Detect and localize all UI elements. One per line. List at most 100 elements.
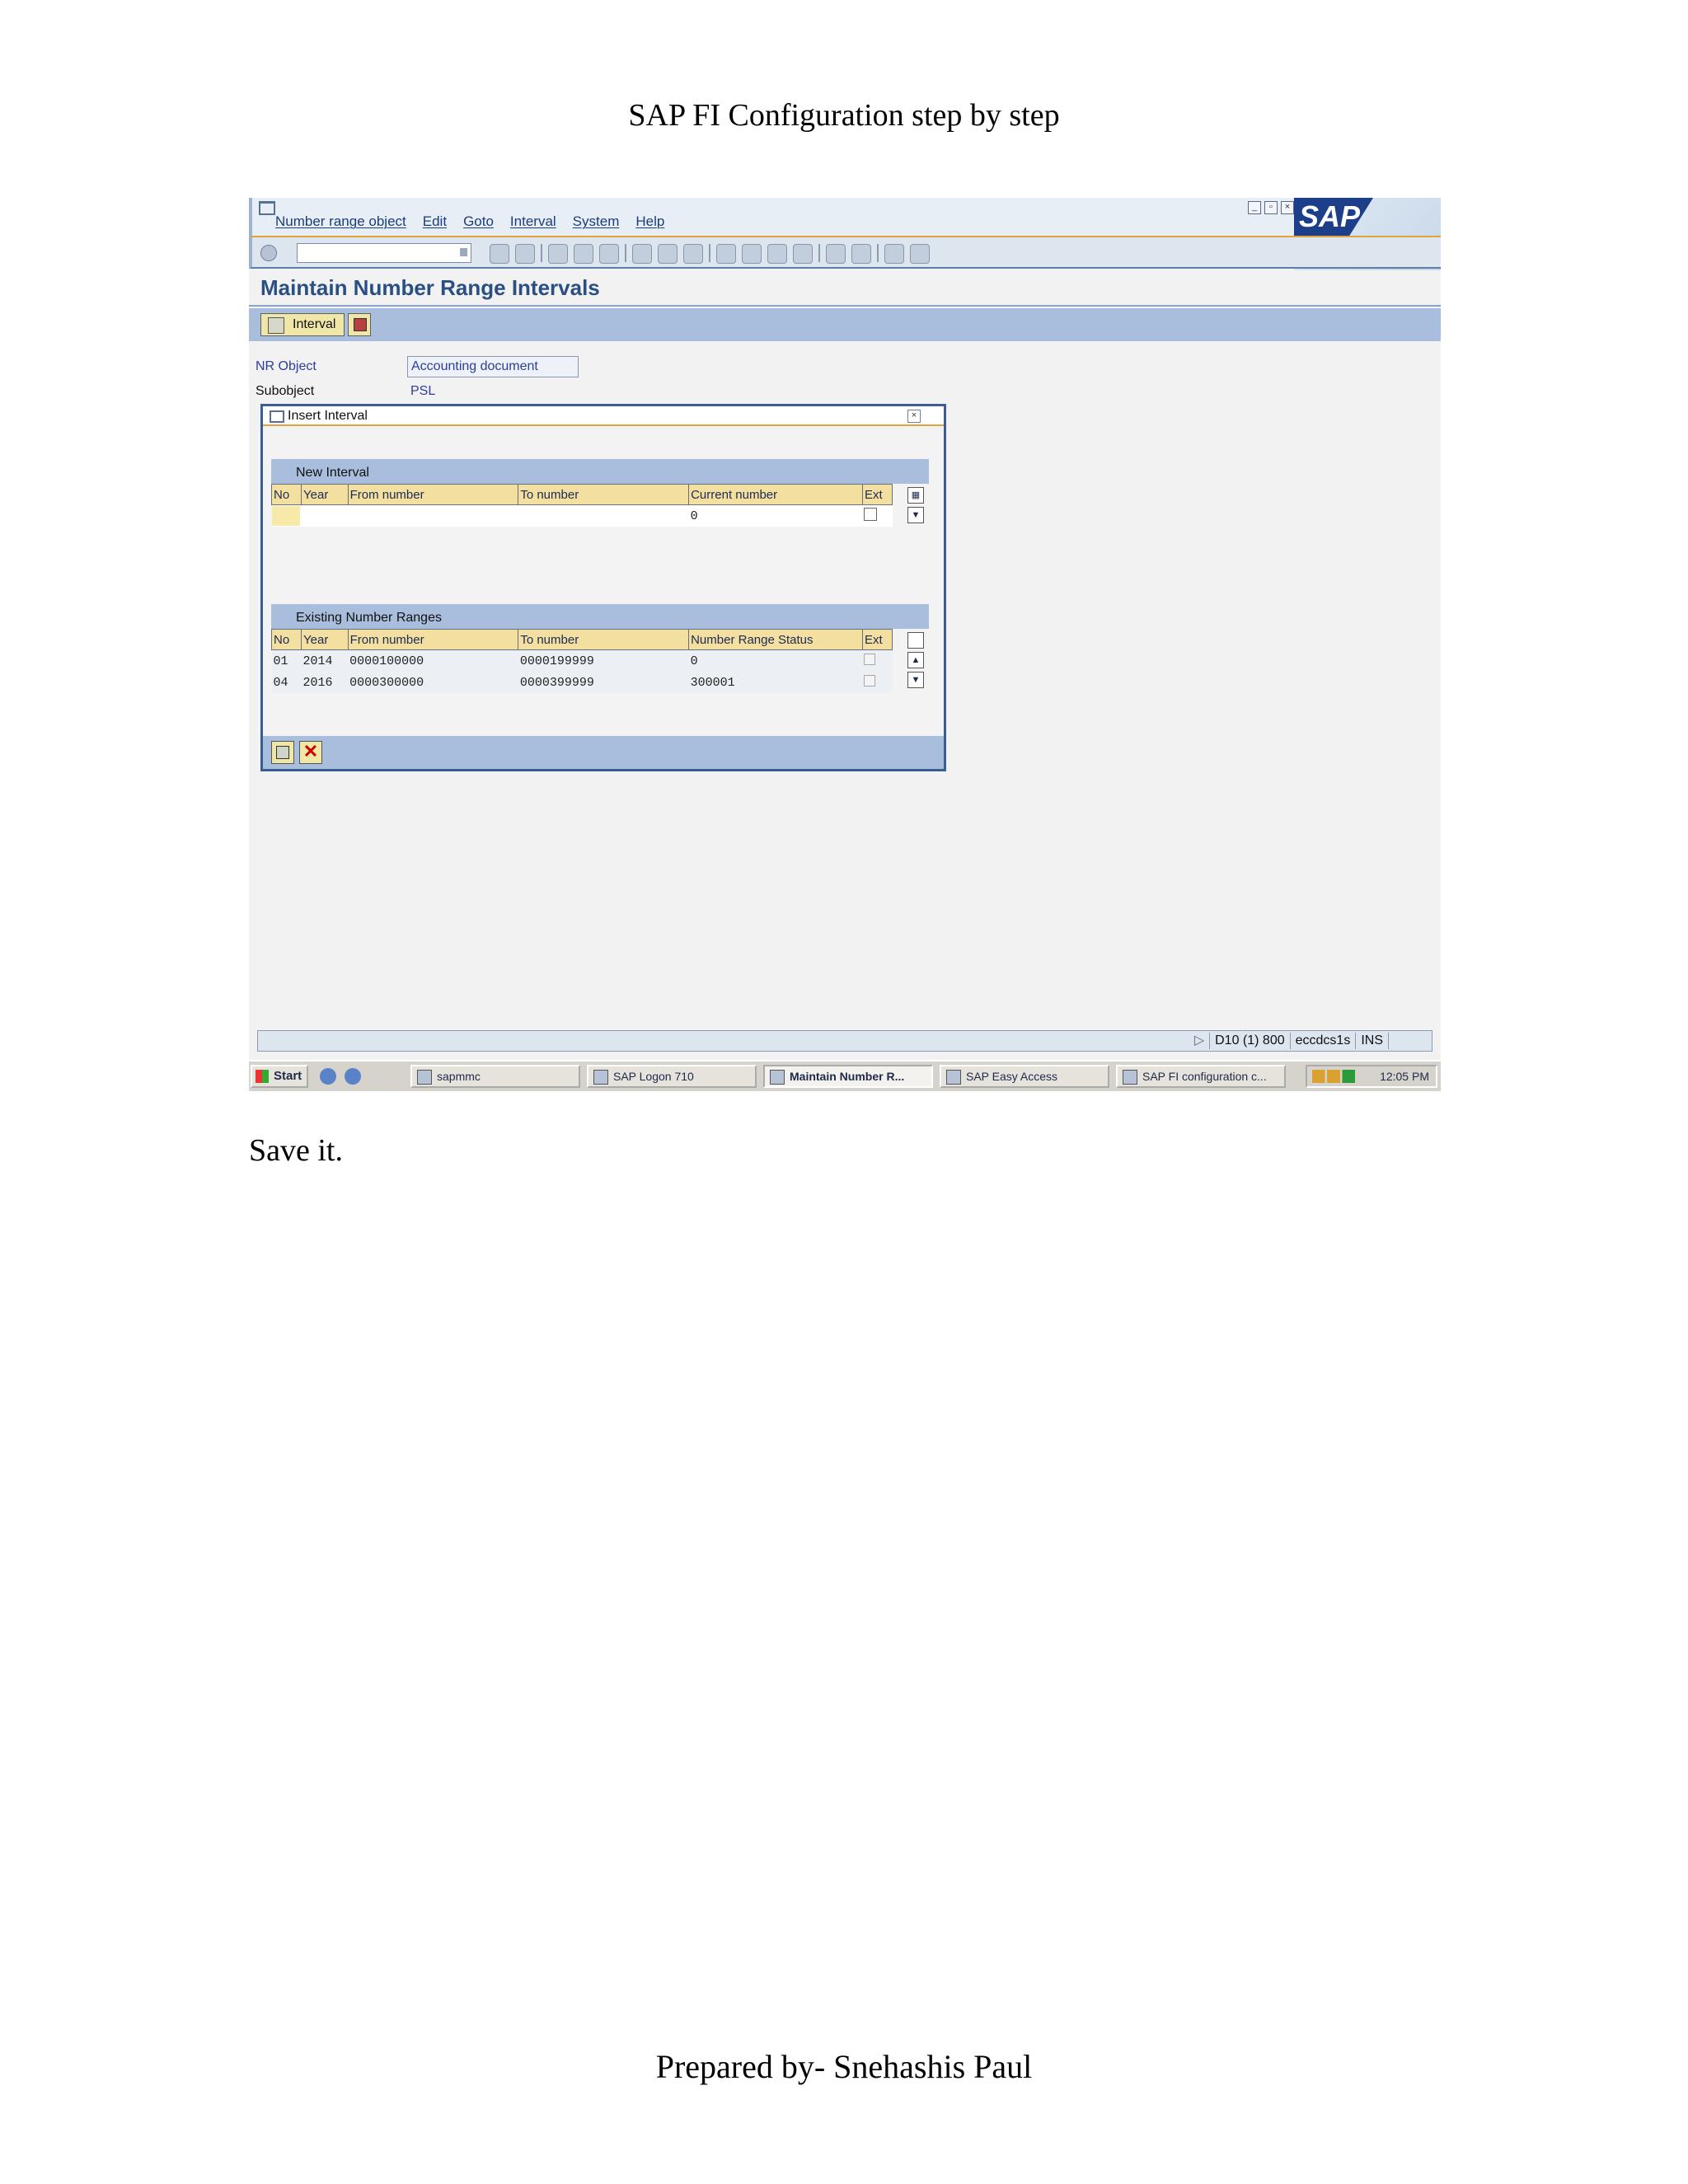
scroll-down-icon[interactable]: ▼ bbox=[907, 507, 924, 523]
maximize-icon[interactable]: ▫ bbox=[1264, 201, 1278, 214]
range-no: 01 bbox=[271, 649, 302, 672]
col-ext: Ext bbox=[861, 484, 893, 505]
current-number-input[interactable]: 0 bbox=[688, 504, 863, 527]
menu-bar: Number range object Edit Goto Interval S… bbox=[275, 213, 664, 230]
existing-ranges-heading: Existing Number Ranges bbox=[271, 604, 929, 629]
desktop-icon[interactable] bbox=[320, 1068, 336, 1085]
new-session-icon[interactable] bbox=[826, 244, 846, 264]
col-no: No bbox=[271, 484, 302, 505]
start-button[interactable]: Start bbox=[251, 1065, 308, 1088]
application-toolbar: Interval bbox=[249, 308, 1441, 341]
status-expand-icon[interactable]: ▷ bbox=[1189, 1033, 1209, 1049]
cancel-button[interactable]: ✕ bbox=[299, 741, 322, 764]
col-from-number: From number bbox=[347, 484, 519, 505]
title-divider bbox=[249, 305, 1441, 307]
layout-menu-icon[interactable] bbox=[910, 244, 930, 264]
dialog-icon bbox=[270, 410, 284, 423]
save-icon[interactable] bbox=[515, 244, 535, 264]
range-year: 2014 bbox=[301, 649, 349, 672]
status-empty-cell bbox=[1388, 1033, 1423, 1049]
task-sap-easy-access[interactable]: SAP Easy Access bbox=[940, 1065, 1109, 1088]
task-sap-fi-configuration[interactable]: SAP FI configuration c... bbox=[1116, 1065, 1286, 1088]
command-field[interactable] bbox=[297, 243, 471, 263]
menu-interval[interactable]: Interval bbox=[510, 213, 556, 230]
find-icon[interactable] bbox=[658, 244, 678, 264]
dialog-title-bar: Insert Interval × bbox=[263, 406, 944, 426]
find-next-icon[interactable] bbox=[683, 244, 703, 264]
toolbar-separator bbox=[541, 244, 542, 262]
ext-checkbox[interactable] bbox=[864, 507, 878, 521]
window-controls: _ ▫ × bbox=[1248, 201, 1294, 214]
standard-toolbar bbox=[249, 236, 1441, 269]
internet-explorer-icon[interactable] bbox=[345, 1068, 361, 1085]
system-tray-clock: 12:05 PM bbox=[1306, 1065, 1437, 1088]
year-input[interactable] bbox=[301, 504, 349, 527]
task-maintain-number-range[interactable]: Maintain Number R... bbox=[763, 1065, 933, 1088]
col-to-number: To number bbox=[518, 484, 690, 505]
table-row: 01 2014 0000100000 0000199999 0 bbox=[271, 649, 893, 672]
col-ext: Ext bbox=[861, 629, 893, 650]
ext-cell bbox=[862, 672, 893, 693]
existing-ranges-table: No Year From number To number Number Ran… bbox=[271, 629, 893, 693]
sap-logo-mark: SAP bbox=[1294, 198, 1373, 236]
column-settings-icon[interactable]: ▦ bbox=[907, 487, 924, 504]
menu-help[interactable]: Help bbox=[635, 213, 664, 230]
window-menu-icon[interactable] bbox=[259, 201, 275, 215]
last-page-icon[interactable] bbox=[793, 244, 813, 264]
menu-goto[interactable]: Goto bbox=[463, 213, 494, 230]
insert-confirm-button[interactable] bbox=[271, 741, 294, 764]
menu-edit[interactable]: Edit bbox=[423, 213, 447, 230]
cancel-icon[interactable] bbox=[599, 244, 619, 264]
status-bar: ▷ D10 (1) 800 eccdcs1s INS bbox=[257, 1030, 1432, 1052]
system-info: D10 (1) 800 bbox=[1209, 1033, 1290, 1049]
back-arrow-icon[interactable] bbox=[490, 244, 509, 264]
range-no: 04 bbox=[271, 672, 302, 693]
table-side-controls: ▦ ▼ bbox=[903, 484, 929, 527]
close-icon[interactable]: × bbox=[1281, 201, 1294, 214]
dialog-close-icon[interactable]: × bbox=[907, 410, 921, 423]
print-icon[interactable] bbox=[632, 244, 652, 264]
toolbar-separator bbox=[709, 244, 710, 262]
col-no: No bbox=[271, 629, 302, 650]
page-title: Maintain Number Range Intervals bbox=[260, 275, 600, 300]
toolbar-icons bbox=[490, 244, 930, 264]
col-to-number: To number bbox=[518, 629, 690, 650]
previous-page-icon[interactable] bbox=[742, 244, 762, 264]
menu-system[interactable]: System bbox=[573, 213, 620, 230]
title-bar: Number range object Edit Goto Interval S… bbox=[249, 198, 1441, 236]
task-sap-logon[interactable]: SAP Logon 710 bbox=[587, 1065, 757, 1088]
no-input-cell[interactable] bbox=[271, 506, 300, 526]
no-input[interactable] bbox=[271, 504, 302, 527]
from-number-input[interactable] bbox=[348, 504, 518, 527]
enter-icon[interactable] bbox=[260, 245, 277, 261]
first-page-icon[interactable] bbox=[716, 244, 736, 264]
table-row: 0 bbox=[271, 504, 893, 527]
help-icon[interactable] bbox=[884, 244, 904, 264]
minimize-icon[interactable]: _ bbox=[1248, 201, 1261, 214]
range-year: 2016 bbox=[301, 672, 349, 693]
new-interval-group: New Interval No Year From number To numb… bbox=[271, 459, 929, 527]
interval-button[interactable]: Interval bbox=[260, 313, 345, 336]
table-side-controls: ▲ ▼ bbox=[903, 629, 929, 691]
delete-interval-button[interactable] bbox=[348, 313, 371, 336]
dialog-title: Insert Interval bbox=[288, 409, 368, 423]
toolbar-separator bbox=[877, 244, 879, 262]
back-icon[interactable] bbox=[548, 244, 568, 264]
table-row: 04 2016 0000300000 0000399999 300001 bbox=[271, 672, 893, 693]
insert-mode: INS bbox=[1355, 1033, 1388, 1049]
column-settings-icon[interactable] bbox=[907, 632, 924, 649]
exit-icon[interactable] bbox=[574, 244, 593, 264]
to-number-input[interactable] bbox=[518, 504, 689, 527]
status-info: ▷ D10 (1) 800 eccdcs1s INS bbox=[1189, 1033, 1423, 1049]
col-year: Year bbox=[301, 629, 349, 650]
menu-number-range-object[interactable]: Number range object bbox=[275, 213, 406, 230]
col-year: Year bbox=[301, 484, 349, 505]
caption-text: Save it. bbox=[249, 1133, 343, 1168]
task-sapmmc[interactable]: sapmmc bbox=[410, 1065, 580, 1088]
ext-cell bbox=[862, 649, 893, 672]
shortcut-icon[interactable] bbox=[851, 244, 871, 264]
scroll-down-icon[interactable]: ▼ bbox=[907, 672, 924, 688]
next-page-icon[interactable] bbox=[767, 244, 787, 264]
new-interval-table: No Year From number To number Current nu… bbox=[271, 484, 893, 527]
scroll-up-icon[interactable]: ▲ bbox=[907, 652, 924, 668]
